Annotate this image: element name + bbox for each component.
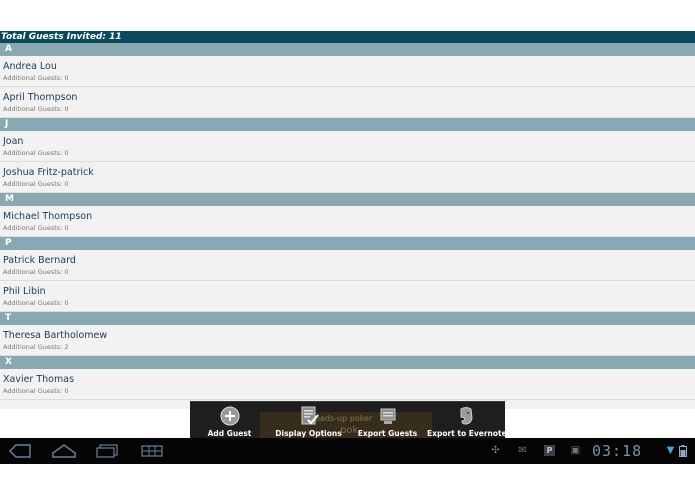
section-header-p: P (0, 237, 695, 250)
additional-guests-label: Additional Guests: 2 (3, 343, 69, 351)
additional-guests-label: Additional Guests: 0 (3, 387, 69, 395)
guest-row[interactable]: April Thompson Additional Guests: 0 (0, 87, 695, 118)
add-guest-button[interactable]: Add Guest (190, 402, 269, 439)
guest-name: Joshua Fritz-patrick (3, 167, 94, 178)
additional-guests-label: Additional Guests: 0 (3, 74, 69, 82)
section-letter: A (5, 44, 12, 54)
section-header-a: A (0, 43, 695, 56)
total-guests-label: Total Guests Invited: 11 (1, 32, 122, 42)
guest-name: April Thompson (3, 92, 78, 103)
guest-row[interactable]: Xavier Thomas Additional Guests: 0 (0, 369, 695, 400)
guest-row[interactable]: Joshua Fritz-patrick Additional Guests: … (0, 162, 695, 193)
additional-guests-label: Additional Guests: 0 (3, 224, 69, 232)
clock[interactable]: 03:18 (592, 442, 642, 460)
guest-name: Andrea Lou (3, 61, 57, 72)
export-guests-button[interactable]: Export Guests (348, 402, 427, 439)
guest-row[interactable]: Michael Thompson Additional Guests: 0 (0, 206, 695, 237)
section-header-j: J (0, 118, 695, 131)
section-header-x: X (0, 356, 695, 369)
section-letter: T (5, 313, 12, 323)
guest-row[interactable]: Patrick Bernard Additional Guests: 0 (0, 250, 695, 281)
briefcase-icon: ▣ (570, 445, 581, 456)
additional-guests-label: Additional Guests: 0 (3, 268, 69, 276)
mail-icon: ✉ (518, 445, 527, 456)
wifi-icon: ▼ (666, 445, 675, 456)
parking-icon: P (544, 445, 555, 456)
additional-guests-label: Additional Guests: 0 (3, 149, 69, 157)
total-guests-header: Total Guests Invited: 11 (0, 31, 695, 43)
display-options-label: Display Options (275, 429, 342, 438)
additional-guests-label: Additional Guests: 0 (3, 105, 69, 113)
add-circle-icon (220, 406, 239, 426)
recent-apps-icon[interactable] (95, 444, 119, 458)
system-bar: ✣ ✉ P ▣ 03:18 ▼ (0, 438, 695, 464)
section-letter: M (5, 194, 14, 204)
usb-icon: ✣ (491, 445, 500, 456)
export-guests-label: Export Guests (357, 429, 418, 438)
guest-name: Patrick Bernard (3, 255, 76, 266)
section-header-t: T (0, 312, 695, 325)
section-letter: X (5, 357, 12, 367)
menu-grid-icon[interactable] (140, 444, 164, 458)
options-menu: heads-up poker pok Add Guest Display Opt… (190, 401, 507, 439)
guest-name: Phil Libin (3, 286, 46, 297)
guest-row[interactable]: Theresa Bartholomew Additional Guests: 2 (0, 325, 695, 356)
guest-row[interactable]: Andrea Lou Additional Guests: 0 (0, 56, 695, 87)
guest-row[interactable]: Phil Libin Additional Guests: 0 (0, 281, 695, 312)
add-guest-label: Add Guest (207, 429, 252, 438)
section-letter: J (5, 119, 9, 129)
section-header-m: M (0, 193, 695, 206)
guest-name: Theresa Bartholomew (3, 330, 108, 341)
display-options-button[interactable]: Display Options (269, 402, 348, 439)
guest-name: Joan (3, 136, 24, 147)
guest-row[interactable]: Joan Additional Guests: 0 (0, 131, 695, 162)
guest-name: Michael Thompson (3, 211, 93, 222)
guest-list[interactable]: A Andrea Lou Additional Guests: 0 April … (0, 43, 695, 409)
back-icon[interactable] (8, 444, 32, 458)
guest-name: Xavier Thomas (3, 374, 75, 385)
home-icon[interactable] (51, 444, 77, 458)
section-letter: P (5, 238, 12, 248)
additional-guests-label: Additional Guests: 0 (3, 299, 69, 307)
checklist-icon (301, 406, 319, 425)
export-to-evernote-button[interactable]: Export to Evernote (427, 402, 507, 439)
export-icon (380, 408, 395, 424)
evernote-elephant-icon (460, 407, 473, 425)
battery-icon (679, 445, 687, 457)
export-to-evernote-label: Export to Evernote (427, 429, 507, 438)
additional-guests-label: Additional Guests: 0 (3, 180, 69, 188)
